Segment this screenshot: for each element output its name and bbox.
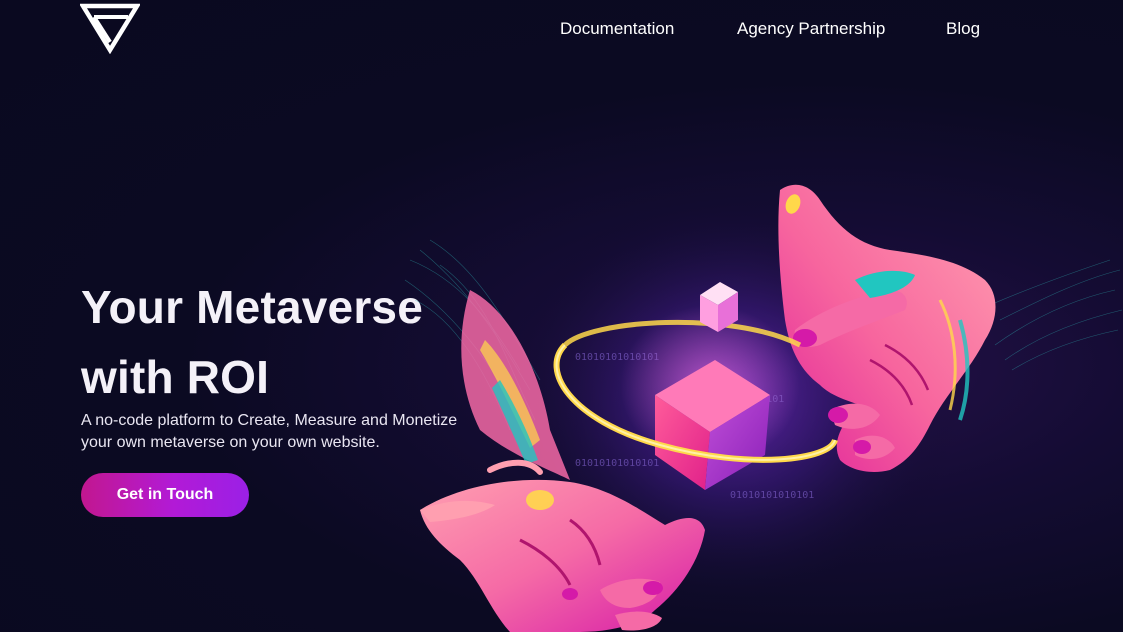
landing-page: Documentation Agency Partnership Blog Yo… <box>0 0 1123 632</box>
nav-link-documentation[interactable]: Documentation <box>560 18 674 40</box>
nav-link-agency-partnership[interactable]: Agency Partnership <box>737 18 885 40</box>
hands-holding-cube-illustration: 01010101010101 01010101010101 0101010101… <box>404 184 1123 632</box>
get-in-touch-button[interactable]: Get in Touch <box>81 473 249 517</box>
nav-link-blog[interactable]: Blog <box>946 18 980 40</box>
binary-stream-4: 01010101010101 <box>730 490 814 501</box>
binary-stream-3: 01010101010101 <box>575 458 659 469</box>
wire-mesh-right <box>989 259 1123 371</box>
top-navigation: Documentation Agency Partnership Blog <box>0 18 1123 40</box>
